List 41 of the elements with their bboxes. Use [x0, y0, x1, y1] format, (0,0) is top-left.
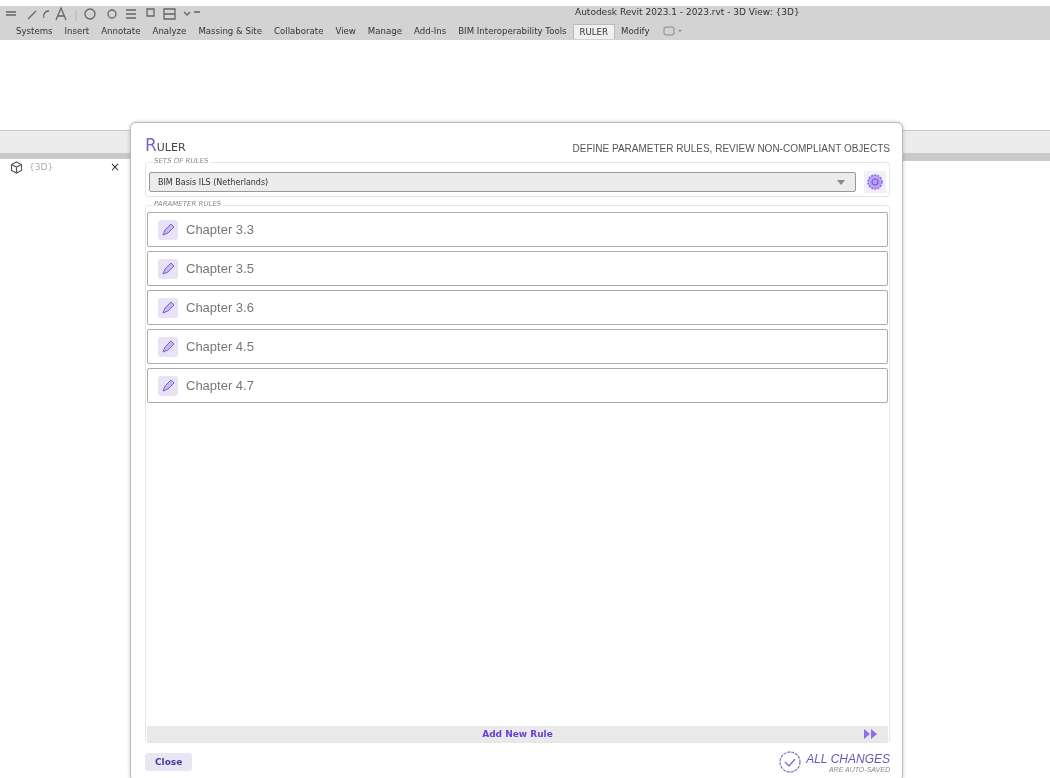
ribbon-tab[interactable]: Analyze: [146, 24, 193, 38]
ribbon-tab[interactable]: BIM Interoperability Tools: [452, 24, 573, 38]
rule-item[interactable]: Chapter 4.5: [147, 329, 888, 364]
double-arrow-icon[interactable]: [864, 729, 878, 739]
dialog-title: RULER: [145, 137, 186, 154]
ribbon-tab[interactable]: Manage: [361, 24, 408, 38]
close-icon[interactable]: ×: [109, 160, 120, 174]
rule-item[interactable]: Chapter 3.5: [147, 251, 888, 286]
dialog-subtitle: DEFINE PARAMETER RULES, REVIEW NON-COMPLIANT OBJECTS: [572, 143, 890, 154]
ribbon-tab[interactable]: RULER: [572, 23, 615, 39]
rule-name: Chapter 3.3: [186, 222, 254, 237]
rule-item[interactable]: Chapter 3.6: [147, 290, 888, 325]
saved-status: ALL CHANGES: [806, 751, 890, 766]
ribbon-tab[interactable]: View: [329, 24, 362, 38]
ribbon-tab[interactable]: Systems: [10, 24, 59, 38]
check-circle-icon: [778, 750, 803, 774]
ribbon-tab[interactable]: Modify: [615, 24, 656, 38]
rule-name: Chapter 4.7: [186, 378, 254, 393]
ribbon-tab[interactable]: Massing & Site: [192, 24, 268, 38]
rule-set-dropdown[interactable]: BIM Basis ILS (Netherlands): [149, 172, 856, 192]
close-button[interactable]: Close: [145, 753, 193, 771]
ribbon-tab[interactable]: Collaborate: [268, 24, 330, 38]
rule-item[interactable]: Chapter 4.7: [147, 368, 888, 403]
pencil-icon: [158, 375, 178, 396]
ribbon-tab[interactable]: Annotate: [95, 24, 147, 38]
dropdown-icon[interactable]: [663, 26, 684, 36]
ribbon-tab[interactable]: Insert: [58, 24, 96, 38]
window-title: Autodesk Revit 2023.1 - 2023.rvt - 3D View: {3D}: [575, 7, 800, 17]
pencil-icon: [158, 297, 178, 318]
pencil-icon: [158, 219, 178, 240]
cube-icon: [10, 160, 23, 174]
settings-button[interactable]: [864, 171, 886, 193]
pencil-icon: [158, 258, 178, 279]
ribbon-tab[interactable]: Add-Ins: [408, 24, 453, 38]
rule-item[interactable]: Chapter 3.3: [147, 212, 888, 247]
add-new-rule-link[interactable]: Add New Rule: [482, 729, 553, 739]
rule-name: Chapter 3.5: [186, 261, 254, 276]
rule-name: Chapter 3.6: [186, 300, 254, 315]
rule-name: Chapter 4.5: [186, 339, 254, 354]
caret-icon[interactable]: [837, 179, 845, 185]
pencil-icon: [158, 336, 178, 357]
